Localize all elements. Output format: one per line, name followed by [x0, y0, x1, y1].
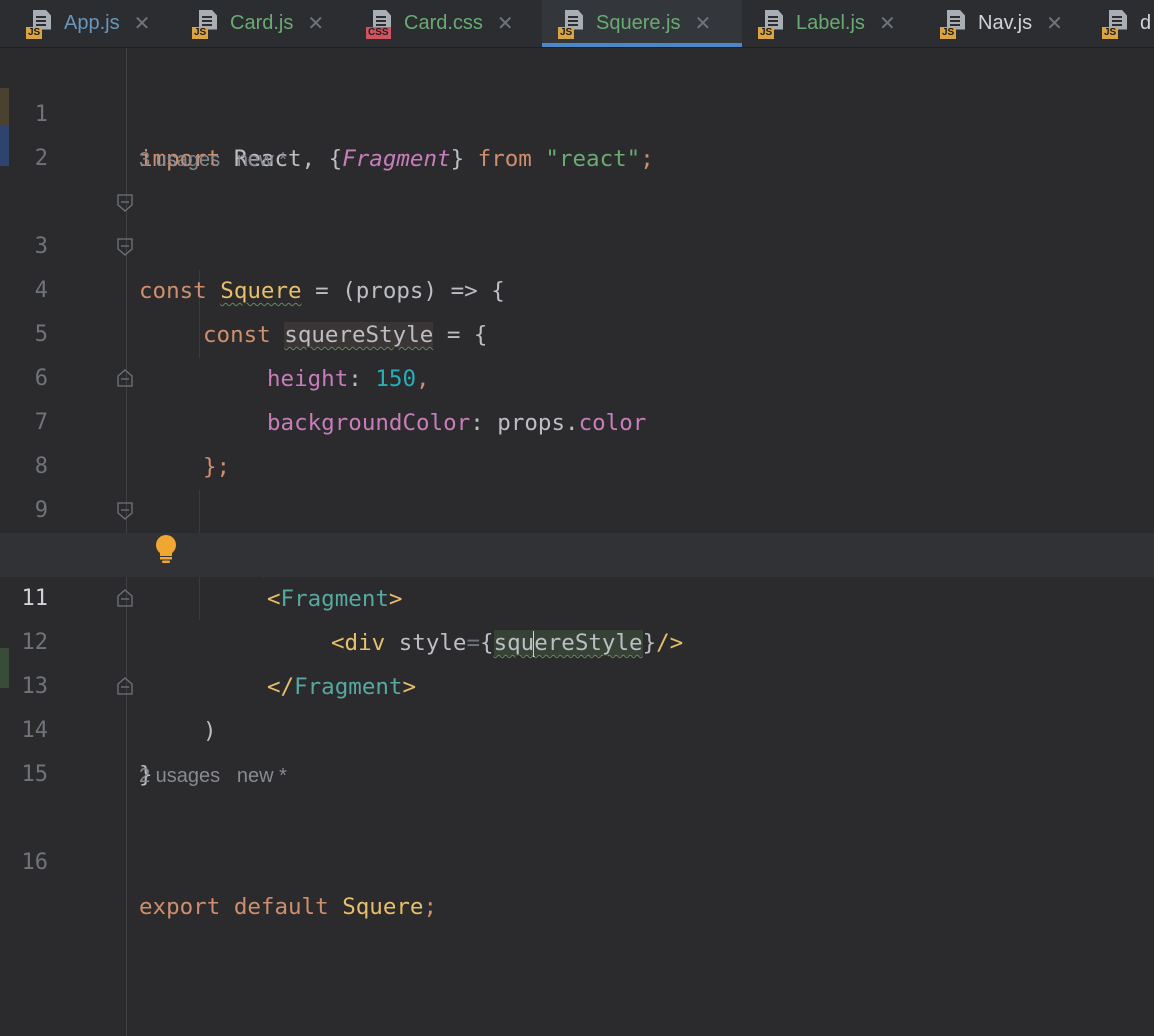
close-icon[interactable]: ✕: [879, 11, 896, 36]
fold-icon[interactable]: [117, 589, 133, 607]
code-line-16[interactable]: 16 export default Squere;: [0, 797, 1154, 920]
close-icon[interactable]: ✕: [1046, 11, 1063, 36]
tab-card-js[interactable]: JS Card.js ✕: [192, 0, 352, 47]
js-file-icon: JS: [1102, 9, 1132, 39]
tab-label: Squere.js: [596, 12, 681, 34]
fold-icon[interactable]: [117, 238, 133, 256]
code-line-8[interactable]: 8: [0, 401, 1154, 479]
code-line-5[interactable]: 5 height: 150,: [0, 269, 1154, 392]
line-number: 15: [21, 762, 49, 787]
js-file-icon: JS: [192, 9, 222, 39]
code-line-2[interactable]: 2: [0, 93, 1154, 171]
css-file-icon: CSS: [366, 9, 396, 39]
tab-squere-js[interactable]: JS Squere.js ✕: [542, 0, 742, 47]
code-line-1[interactable]: 1 import React, {Fragment} from "react";: [0, 49, 1154, 172]
js-file-icon: JS: [558, 9, 588, 39]
fold-icon[interactable]: [117, 502, 133, 520]
js-file-icon: JS: [940, 9, 970, 39]
tab-overflow[interactable]: JS d: [1102, 0, 1154, 47]
close-icon[interactable]: ✕: [497, 11, 514, 36]
tab-label-js[interactable]: JS Label.js ✕: [758, 0, 920, 47]
tab-app-js[interactable]: JS App.js ✕: [26, 0, 176, 47]
usages-hint[interactable]: 3 usages new *: [139, 145, 287, 175]
line-number: 2: [34, 146, 48, 171]
tab-nav-js[interactable]: JS Nav.js ✕: [940, 0, 1080, 47]
tab-card-css[interactable]: CSS Card.css ✕: [366, 0, 534, 47]
usages-hint[interactable]: 2 usages new *: [139, 761, 287, 791]
tab-label: Label.js: [796, 12, 865, 34]
code-line-7[interactable]: 7 };: [0, 357, 1154, 480]
code-line-12[interactable]: 12 </Fragment>: [0, 577, 1154, 700]
code-line-3[interactable]: 3 const Squere = (props) => {: [0, 181, 1154, 304]
close-icon[interactable]: ✕: [134, 11, 151, 36]
js-file-icon: JS: [758, 9, 788, 39]
line-number: 16: [21, 850, 49, 875]
tab-label: d: [1140, 12, 1152, 34]
code-line-14[interactable]: 14 }: [0, 665, 1154, 788]
editor-tab-bar: JS App.js ✕ JS Card.js ✕ CSS Card.css ✕ …: [0, 0, 1154, 48]
code-line-6[interactable]: 6 backgroundColor: props.color: [0, 313, 1154, 436]
tab-label: Card.js: [230, 12, 294, 34]
code-line-9[interactable]: 9 return (: [0, 445, 1154, 568]
code-line-10[interactable]: 10 <Fragment>: [0, 489, 1154, 612]
tab-label: App.js: [64, 12, 120, 34]
fold-icon[interactable]: [117, 369, 133, 387]
code-line-13[interactable]: 13 ): [0, 621, 1154, 744]
close-icon[interactable]: ✕: [695, 11, 712, 36]
tab-label: Card.css: [404, 12, 483, 34]
code-text: export default Squere;: [139, 894, 438, 920]
code-line-15[interactable]: 15: [0, 709, 1154, 787]
lightbulb-icon[interactable]: [153, 534, 179, 564]
code-line-4[interactable]: 4 const squereStyle = {: [0, 225, 1154, 348]
close-icon[interactable]: ✕: [307, 11, 324, 36]
fold-icon[interactable]: [117, 194, 133, 212]
tab-label: Nav.js: [978, 12, 1033, 34]
fold-icon[interactable]: [117, 677, 133, 695]
js-file-icon: JS: [26, 9, 56, 39]
